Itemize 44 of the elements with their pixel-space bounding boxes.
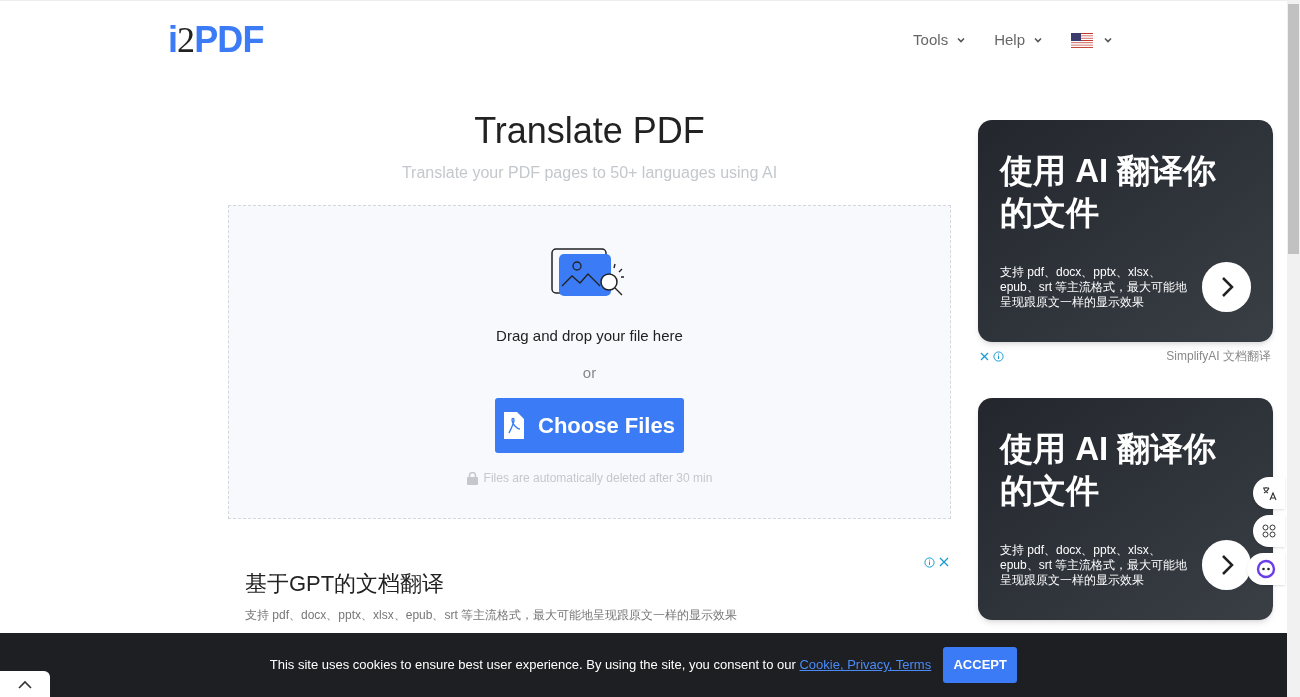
- ad-headline: 使用 AI 翻译你的文件: [1000, 151, 1218, 233]
- assistant-icon: [1256, 559, 1276, 579]
- page-subtitle: Translate your PDF pages to 50+ languages using AI: [401, 163, 778, 183]
- page-title: Translate PDF: [474, 109, 705, 153]
- nav-menu[interactable]: Tools: [909, 28, 971, 52]
- chevron-down-icon: [1103, 35, 1113, 45]
- info-icon[interactable]: [924, 557, 935, 568]
- next-button[interactable]: [1202, 262, 1251, 312]
- ad-description: 支持 pdf、docx、pptx、xlsx、epub、srt 等主流格式，最大可能地呈现跟原文一样的显示效果: [1000, 542, 1189, 588]
- ad-sponsor[interactable]: SimplifyAI 文档翻译: [1166, 347, 1271, 365]
- chevron-down-icon: [956, 35, 967, 45]
- ad-banner[interactable]: 使用 AI 翻译你的文件 支持 pdf、docx、pptx、xlsx、epub、srt 等主流格式，最大可能地呈现跟原文一样的显示效果: [978, 398, 1273, 620]
- drop-instructions: Drag and drop your file here: [496, 326, 683, 346]
- nav-menu[interactable]: Help: [990, 28, 1047, 52]
- accept-button[interactable]: ACCEPT: [943, 647, 1018, 683]
- or-label: or: [582, 362, 597, 383]
- ad-banner[interactable]: 使用 AI 翻译你的文件 支持 pdf、docx、pptx、xlsx、epub、srt 等主流格式，最大可能地呈现跟原文一样的显示效果: [978, 120, 1273, 342]
- cookie-message: This site uses cookies to ensure best user experience. By using the site, you consent to our Cookie, Privacy, Terms: [269, 656, 932, 675]
- pdf-file-icon: [504, 412, 525, 439]
- chevron-right-icon: [1219, 276, 1234, 298]
- chevron-down-icon: [1033, 35, 1043, 45]
- back-to-top-button[interactable]: [0, 671, 50, 697]
- scrollbar-thumb[interactable]: [1288, 4, 1299, 254]
- ad-headline: 使用 AI 翻译你的文件: [1000, 429, 1218, 511]
- translate-icon: [1261, 485, 1277, 501]
- lock-icon: [466, 471, 478, 485]
- logo[interactable]: i2PDF: [168, 22, 264, 58]
- scrollbar[interactable]: [1287, 0, 1300, 697]
- us-flag-icon: [1071, 32, 1093, 48]
- ad-description: 支持 pdf、docx、pptx、xlsx、epub、srt 等主流格式，最大可能地呈现跟原文一样的显示效果: [245, 607, 739, 624]
- close-icon[interactable]: [980, 351, 989, 361]
- chevron-up-icon: [18, 679, 32, 689]
- translate-button[interactable]: [1253, 477, 1285, 509]
- ad-headline: 基于GPT的文档翻译: [245, 570, 445, 598]
- apps-button[interactable]: [1253, 515, 1285, 547]
- grid-icon: [1262, 524, 1276, 538]
- next-button[interactable]: [1202, 540, 1251, 590]
- close-icon[interactable]: [939, 557, 949, 567]
- policy-link[interactable]: Cookie, Privacy, Terms: [799, 657, 932, 673]
- assistant-button[interactable]: [1247, 553, 1285, 585]
- chevron-right-icon: [1219, 554, 1234, 576]
- ad-description: 支持 pdf、docx、pptx、xlsx、epub、srt 等主流格式，最大可能地呈现跟原文一样的显示效果: [1000, 264, 1189, 310]
- choose-files-button[interactable]: Choose Files: [495, 398, 684, 453]
- info-icon[interactable]: [993, 350, 1004, 362]
